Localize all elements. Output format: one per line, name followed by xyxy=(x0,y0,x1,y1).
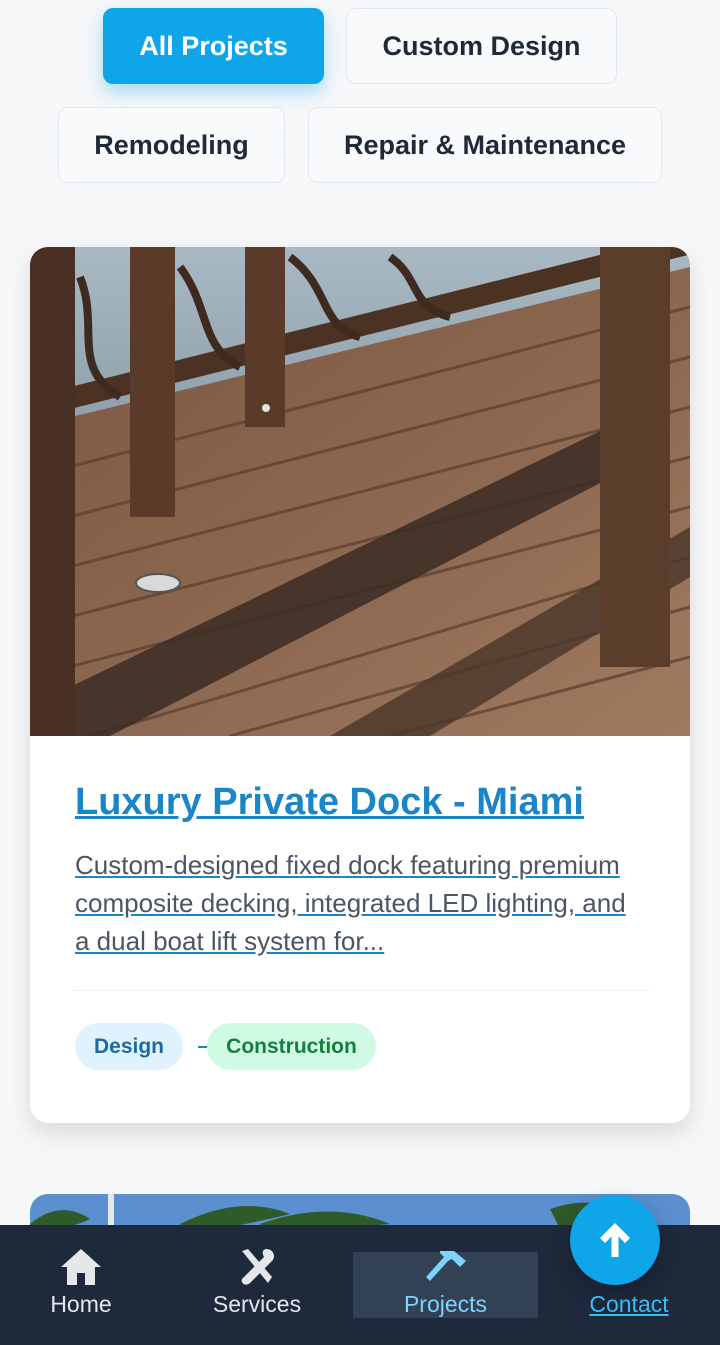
nav-projects-label: Projects xyxy=(403,1291,488,1317)
nav-contact-label: Contact xyxy=(589,1291,669,1317)
arrow-up-icon xyxy=(600,1223,630,1257)
tools-icon xyxy=(241,1249,274,1285)
project-image xyxy=(30,247,690,736)
project-description[interactable]: Custom-designed fixed dock featuring pre… xyxy=(75,846,647,960)
filter-remodeling-button[interactable]: Remodeling xyxy=(58,107,285,183)
tag-design: Design xyxy=(75,1023,183,1070)
nav-services[interactable]: Services xyxy=(197,1249,317,1318)
nav-projects[interactable]: Projects xyxy=(353,1251,538,1318)
tag-construction: Construction xyxy=(207,1023,376,1070)
home-icon xyxy=(61,1249,101,1285)
project-filter-bar: All Projects Custom Design Remodeling Re… xyxy=(0,0,720,200)
filter-repair-maintenance-button[interactable]: Repair & Maintenance xyxy=(308,107,662,183)
filter-custom-design-button[interactable]: Custom Design xyxy=(346,8,617,84)
project-card[interactable]: Luxury Private Dock - Miami Custom-desig… xyxy=(30,247,690,1123)
nav-home[interactable]: Home xyxy=(30,1249,132,1318)
card-divider xyxy=(73,990,649,991)
scroll-to-top-button[interactable] xyxy=(570,1195,660,1285)
filter-all-projects-button[interactable]: All Projects xyxy=(103,8,324,84)
hammer-icon xyxy=(425,1251,466,1281)
project-title-link[interactable]: Luxury Private Dock - Miami xyxy=(75,781,584,824)
tag-separator xyxy=(198,1046,207,1048)
nav-home-label: Home xyxy=(50,1291,112,1317)
nav-services-label: Services xyxy=(212,1291,302,1317)
